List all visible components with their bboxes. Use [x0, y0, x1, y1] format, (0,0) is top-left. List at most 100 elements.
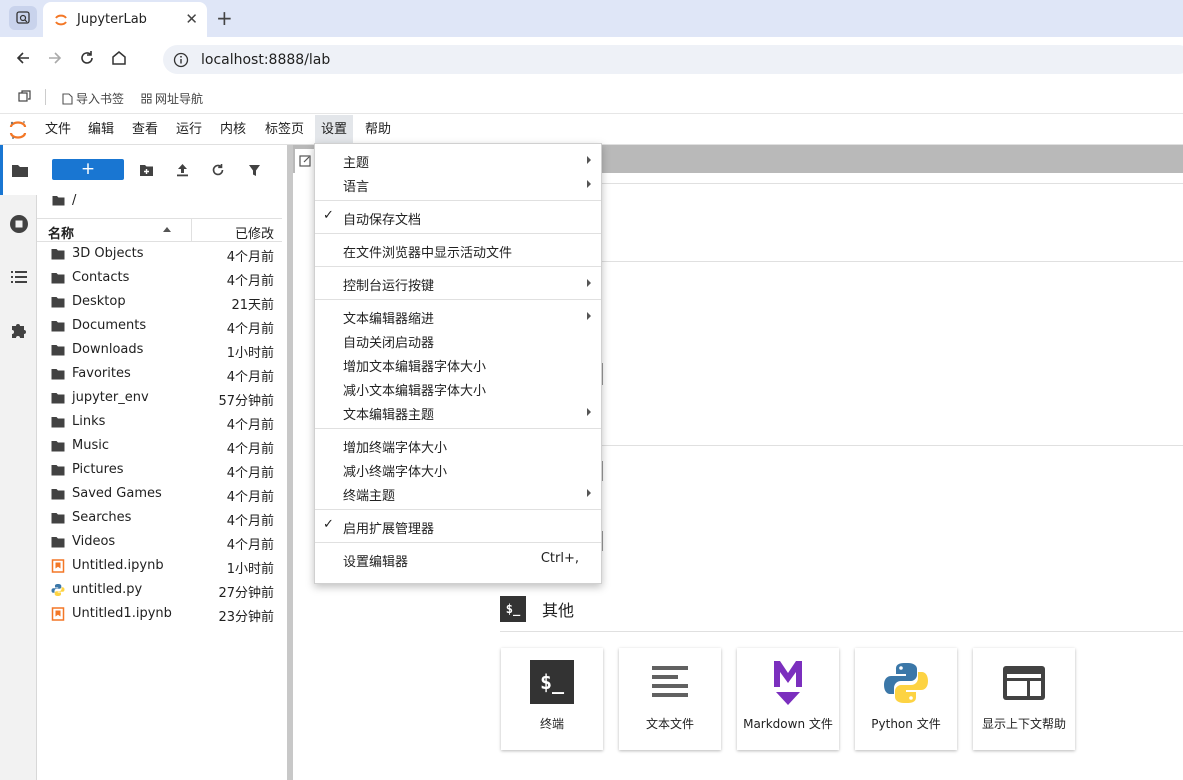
menu-item-settings-editor[interactable]: 设置编辑器 Ctrl+, — [315, 547, 601, 571]
file-row[interactable]: Links 4个月前 — [37, 410, 282, 434]
menu-file[interactable]: 文件 — [39, 115, 77, 145]
folder-icon — [51, 537, 65, 548]
bookmark-import[interactable]: 导入书签 — [62, 90, 124, 107]
menu-view[interactable]: 查看 — [126, 115, 164, 145]
jupyter-menubar: 文件 编辑 查看 运行 内核 标签页 设置 帮助 — [0, 115, 1183, 145]
url-field[interactable]: localhost:8888/lab — [163, 45, 1183, 74]
site-info-icon[interactable] — [173, 52, 189, 68]
file-row[interactable]: Contacts 4个月前 — [37, 266, 282, 290]
file-row[interactable]: jupyter_env 57分钟前 — [37, 386, 282, 410]
file-row[interactable]: Desktop 21天前 — [37, 290, 282, 314]
folder-icon — [51, 513, 65, 524]
menu-item-terminal-theme[interactable]: 终端主题 — [315, 481, 601, 505]
file-name: Videos — [72, 534, 116, 549]
table-of-contents-tab[interactable] — [8, 266, 30, 288]
menu-separator — [315, 200, 601, 201]
file-modified: 4个月前 — [226, 418, 274, 433]
folder-icon — [51, 249, 65, 260]
menu-kernel[interactable]: 内核 — [214, 115, 252, 145]
launcher-card-text-file[interactable]: 文本文件 — [619, 648, 721, 750]
file-row[interactable]: 3D Objects 4个月前 — [37, 242, 282, 266]
folder-icon — [12, 164, 28, 177]
filter-icon[interactable] — [245, 161, 263, 179]
upload-icon[interactable] — [173, 161, 191, 179]
file-row[interactable]: Searches 4个月前 — [37, 506, 282, 530]
stop-circle-icon — [10, 215, 28, 233]
refresh-icon[interactable] — [209, 161, 227, 179]
file-row[interactable]: Favorites 4个月前 — [37, 362, 282, 386]
breadcrumb[interactable]: / — [52, 193, 76, 208]
bookmark-import-icon — [62, 92, 73, 105]
menu-edit[interactable]: 编辑 — [82, 115, 120, 145]
column-name-header[interactable]: 名称 — [48, 223, 74, 242]
menu-item-auto-close-launcher[interactable]: 自动关闭启动器 — [315, 328, 601, 352]
new-tab-button[interactable]: + — [216, 7, 233, 29]
card-label: 终端 — [539, 717, 564, 731]
menu-separator — [315, 542, 601, 543]
reload-icon[interactable] — [76, 47, 98, 69]
menu-item-label: 终端主题 — [343, 489, 396, 504]
bookmark-nav[interactable]: 网址导航 — [141, 90, 203, 107]
menu-item-enable-extension-manager[interactable]: ✓ 启用扩展管理器 — [315, 514, 601, 538]
browser-tabstrip: JupyterLab ✕ + — [0, 0, 1183, 37]
launcher-card-context-help[interactable]: 显示上下文帮助 — [973, 648, 1075, 750]
menu-item-theme[interactable]: 主题 — [315, 148, 601, 172]
new-folder-icon[interactable] — [137, 161, 155, 179]
file-row[interactable]: Documents 4个月前 — [37, 314, 282, 338]
card-label: 显示上下文帮助 — [981, 717, 1066, 731]
column-modified-header[interactable]: 已修改 — [235, 223, 274, 242]
extension-manager-tab[interactable] — [8, 319, 30, 341]
menu-item-text-editor-indent[interactable]: 文本编辑器缩进 — [315, 304, 601, 328]
menu-item-console-run-keys[interactable]: 控制台运行按键 — [315, 271, 601, 295]
file-row[interactable]: Videos 4个月前 — [37, 530, 282, 554]
file-row[interactable]: Untitled.ipynb 1小时前 — [37, 554, 282, 578]
column-divider[interactable] — [191, 219, 192, 241]
launcher-card-terminal[interactable]: $_ 终端 — [501, 648, 603, 750]
new-launcher-button[interactable]: + — [52, 159, 124, 180]
menu-item-autosave[interactable]: ✓ 自动保存文档 — [315, 205, 601, 229]
menu-item-increase-editor-font[interactable]: 增加文本编辑器字体大小 — [315, 352, 601, 376]
back-icon[interactable] — [12, 47, 34, 69]
jupyter-logo-icon[interactable] — [9, 120, 27, 140]
launcher-card-python[interactable]: Python 文件 — [855, 648, 957, 750]
folder-icon — [51, 345, 65, 356]
menu-item-text-editor-theme[interactable]: 文本编辑器主题 — [315, 400, 601, 424]
forward-icon[interactable] — [44, 47, 66, 69]
file-row[interactable]: Downloads 1小时前 — [37, 338, 282, 362]
python-file-icon — [51, 584, 65, 596]
file-row[interactable]: Pictures 4个月前 — [37, 458, 282, 482]
file-modified: 4个月前 — [226, 322, 274, 337]
tab-list-icon[interactable] — [18, 90, 31, 103]
file-browser-tab[interactable] — [0, 145, 37, 195]
menu-tabs[interactable]: 标签页 — [259, 115, 310, 145]
file-name: Pictures — [72, 462, 124, 477]
submenu-arrow-icon — [587, 312, 591, 320]
file-name: Contacts — [72, 270, 130, 285]
menu-item-language[interactable]: 语言 — [315, 172, 601, 196]
file-name: untitled.py — [72, 582, 143, 597]
menu-item-increase-terminal-font[interactable]: 增加终端字体大小 — [315, 433, 601, 457]
file-modified: 21天前 — [231, 298, 274, 313]
file-row[interactable]: Untitled1.ipynb 23分钟前 — [37, 602, 282, 626]
file-name: Documents — [72, 318, 147, 333]
launcher-card-markdown[interactable]: Markdown 文件 — [737, 648, 839, 750]
bookmarks-bar: 导入书签 网址导航 — [0, 82, 1183, 114]
file-row[interactable]: untitled.py 27分钟前 — [37, 578, 282, 602]
file-modified: 4个月前 — [226, 370, 274, 385]
menu-settings[interactable]: 设置 — [315, 115, 354, 145]
menu-item-decrease-terminal-font[interactable]: 减小终端字体大小 — [315, 457, 601, 481]
shortcut-label: Ctrl+, — [540, 551, 579, 566]
file-row[interactable]: Music 4个月前 — [37, 434, 282, 458]
menu-item-decrease-editor-font[interactable]: 减小文本编辑器字体大小 — [315, 376, 601, 400]
menu-run[interactable]: 运行 — [170, 115, 208, 145]
browser-tab[interactable]: JupyterLab ✕ — [43, 2, 207, 37]
menu-help[interactable]: 帮助 — [359, 115, 397, 145]
running-sessions-tab[interactable] — [8, 213, 30, 235]
close-tab-icon[interactable]: ✕ — [185, 11, 198, 27]
home-icon[interactable] — [108, 47, 130, 69]
other-section-title: $_ 其他 — [500, 596, 574, 622]
tab-search-button[interactable] — [9, 6, 37, 30]
file-row[interactable]: Saved Games 4个月前 — [37, 482, 282, 506]
list-icon — [11, 271, 27, 283]
menu-item-show-active-file[interactable]: 在文件浏览器中显示活动文件 — [315, 238, 601, 262]
